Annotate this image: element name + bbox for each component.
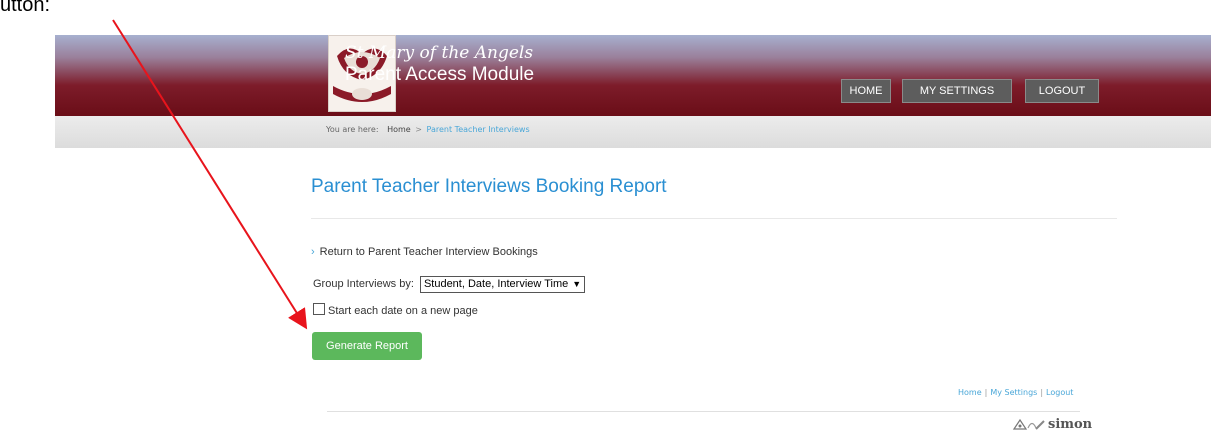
new-page-checkbox[interactable] bbox=[313, 303, 325, 315]
footer-home-link[interactable]: Home bbox=[958, 388, 982, 397]
footer-logout-link[interactable]: Logout bbox=[1046, 388, 1073, 397]
footer-separator: | bbox=[984, 388, 988, 397]
footer-divider bbox=[327, 411, 1080, 412]
breadcrumb-separator: > bbox=[415, 125, 422, 134]
nav-home-button[interactable]: HOME bbox=[841, 79, 891, 103]
chevron-down-icon: ▼ bbox=[572, 279, 582, 289]
new-page-checkbox-label: Start each date on a new page bbox=[328, 305, 478, 317]
footer-links: Home | My Settings | Logout bbox=[958, 388, 1073, 397]
caption-text: utton: bbox=[0, 0, 51, 16]
breadcrumb-label: You are here: bbox=[326, 125, 379, 134]
simon-brand-logo: simon bbox=[1012, 417, 1092, 432]
chevron-right-icon: › bbox=[311, 246, 315, 258]
new-page-option-row: Start each date on a new page bbox=[313, 303, 478, 317]
simon-brand-text: simon bbox=[1048, 417, 1093, 432]
generate-report-button[interactable]: Generate Report bbox=[312, 332, 422, 360]
group-by-row: Group Interviews by: Student, Date, Inte… bbox=[313, 276, 586, 293]
simon-logo-icon bbox=[1012, 418, 1045, 430]
group-by-label: Group Interviews by: bbox=[313, 278, 414, 290]
return-link[interactable]: › Return to Parent Teacher Interview Book… bbox=[311, 246, 538, 258]
breadcrumb-home-link[interactable]: Home bbox=[387, 125, 411, 134]
nav-logout-button[interactable]: LOGOUT bbox=[1025, 79, 1099, 103]
breadcrumb: You are here: Home > Parent Teacher Inte… bbox=[326, 125, 530, 134]
footer-separator: | bbox=[1040, 388, 1044, 397]
breadcrumb-current-link[interactable]: Parent Teacher Interviews bbox=[427, 125, 530, 134]
page-title: Parent Teacher Interviews Booking Report bbox=[311, 176, 667, 197]
return-link-label: Return to Parent Teacher Interview Booki… bbox=[319, 246, 538, 258]
group-by-value: Student, Date, Interview Time bbox=[423, 278, 569, 290]
title-divider bbox=[311, 218, 1117, 219]
site-header: St Mary of the Angels Parent Access Modu… bbox=[55, 35, 1211, 116]
breadcrumb-bar: You are here: Home > Parent Teacher Inte… bbox=[55, 116, 1211, 148]
group-by-select[interactable]: Student, Date, Interview Time ▼ bbox=[419, 276, 586, 293]
school-name: St Mary of the Angels bbox=[345, 43, 534, 63]
module-name: Parent Access Module bbox=[345, 64, 535, 85]
nav-my-settings-button[interactable]: MY SETTINGS bbox=[902, 79, 1012, 103]
footer-my-settings-link[interactable]: My Settings bbox=[990, 388, 1037, 397]
